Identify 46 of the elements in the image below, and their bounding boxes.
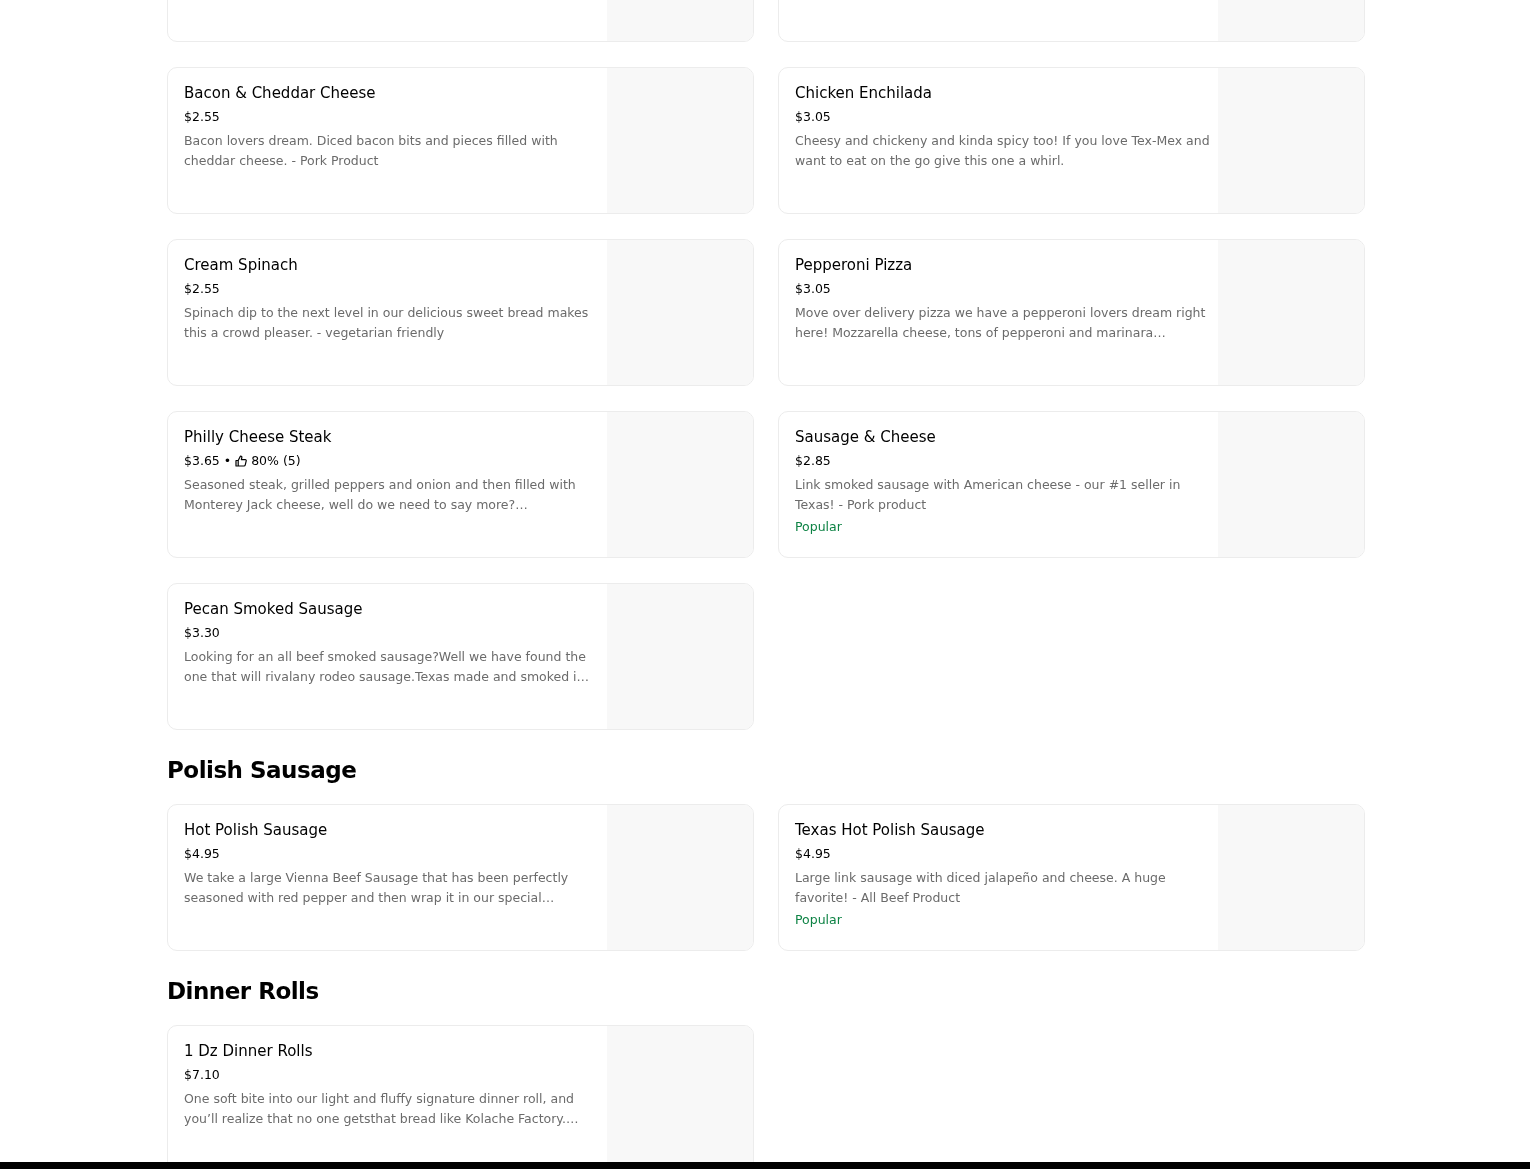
- item-rating: 80% (5): [251, 452, 301, 470]
- item-description: Spinach dip to the next level in our delicious sweet bread makes this a crowd pleaser. - vegetarian friendly: [184, 304, 590, 342]
- item-description: Move over delivery pizza we have a pepperoni lovers dream right here! Mozzarella cheese, tons of pepperoni and marinara…: [795, 304, 1207, 342]
- item-description: Looking for an all beef smoked sausage?Well we have found the one that will rivalany rodeo sausage.Texas made and smoked i…: [184, 648, 591, 686]
- item-name: Philly Cheese Steak: [184, 427, 333, 447]
- item-description: Link smoked sausage with American cheese - our #1 seller in Texas! - Pork product: [795, 476, 1182, 514]
- item-description: We take a large Vienna Beef Sausage that has been perfectly seasoned with red pepper and then wrap it in our special…: [184, 869, 570, 907]
- item-description: One soft bite into our light and fluffy signature dinner roll, and you’ll realize that no one getsthat bread like Kolache Factory.…: [184, 1090, 580, 1128]
- item-name: Pecan Smoked Sausage: [184, 599, 364, 619]
- popular-label: Popular: [795, 518, 843, 536]
- item-price: $3.30: [184, 624, 220, 642]
- item-price: $3.05: [795, 108, 831, 126]
- item-price: $2.85: [795, 452, 831, 470]
- item-name: Texas Hot Polish Sausage: [795, 820, 986, 840]
- item-description: Bacon lovers dream. Diced bacon bits and pieces filled with cheddar cheese. - Pork Product: [184, 132, 559, 170]
- menu-item-card[interactable]: Hot Polish Sausage $4.95 We take a large Vienna Beef Sausage that has been perfectly seasoned with red pepper and then wrap it in our special…: [167, 804, 754, 951]
- item-description: Seasoned steak, grilled peppers and onion and then filled with Monterey Jack cheese, well do we need to say more?…: [184, 476, 577, 514]
- item-name: Hot Polish Sausage: [184, 820, 329, 840]
- item-price: $3.65: [184, 452, 220, 470]
- menu-item-card[interactable]: Pecan Smoked Sausage $3.30 Looking for an all beef smoked sausage?Well we have found the one that will rivalany rodeo sausage.Texas made and smoked i…: [167, 583, 754, 730]
- item-name: 1 Dz Dinner Rolls: [184, 1041, 314, 1061]
- menu-item-card[interactable]: Pepperoni Pizza $3.05 Move over delivery pizza we have a pepperoni lovers dream right here! Mozzarella cheese, tons of pepperoni and marinara…: [778, 239, 1365, 386]
- item-name: Sausage & Cheese: [795, 427, 937, 447]
- menu-item-card[interactable]: Chicken Enchilada $3.05 Cheesy and chickeny and kinda spicy too! If you love Tex-Mex and want to eat on the go give this one a whirl.: [778, 67, 1365, 214]
- separator-dot: •: [223, 452, 232, 470]
- item-description: Cheesy and chickeny and kinda spicy too! If you love Tex-Mex and want to eat on the go give this one a whirl.: [795, 132, 1210, 170]
- item-description: Large link sausage with diced jalapeño and cheese. A huge favorite! - All Beef Product: [795, 869, 1167, 907]
- menu-item-card[interactable]: Texas Hot Polish Sausage $4.95 Large link sausage with diced jalapeño and cheese. A huge favorite! - All Beef Product Popular: [778, 804, 1365, 951]
- item-price: $4.95: [795, 845, 831, 863]
- menu-item-card[interactable]: 1 Dz Dinner Rolls $7.10 One soft bite into our light and fluffy signature dinner roll, and you’ll realize that no one getsthat bread like Kolache Factory.…: [167, 1025, 754, 1162]
- item-price: $3.05: [795, 280, 831, 298]
- menu-item-card[interactable]: Cream Spinach $2.55 Spinach dip to the next level in our delicious sweet bread makes this a crowd pleaser. - vegetarian friendly: [167, 239, 754, 386]
- item-name: Bacon & Cheddar Cheese: [184, 83, 377, 103]
- menu-item-card[interactable]: Sausage & Cheese $2.85 Link smoked sausage with American cheese - our #1 seller in Texas! - Pork product Popular: [778, 411, 1365, 558]
- popular-label: Popular: [795, 911, 843, 929]
- section-heading: Polish Sausage: [167, 756, 358, 785]
- item-price: $7.10: [184, 1066, 220, 1084]
- item-price: $4.95: [184, 845, 220, 863]
- menu-item-card[interactable]: Philly Cheese Steak $3.65 • 80% (5) Seasoned steak, grilled peppers and onion and then filled with Monterey Jack cheese, well do we need to say more?…: [167, 411, 754, 558]
- item-name: Cream Spinach: [184, 255, 299, 275]
- item-price: $2.55: [184, 108, 220, 126]
- item-name: Chicken Enchilada: [795, 83, 934, 103]
- menu-item-card[interactable]: Bacon & Cheddar Cheese $2.55 Bacon lovers dream. Diced bacon bits and pieces filled with cheddar cheese. - Pork Product: [167, 67, 754, 214]
- item-name: Pepperoni Pizza: [795, 255, 914, 275]
- section-heading: Dinner Rolls: [167, 977, 320, 1006]
- item-price: $2.55: [184, 280, 220, 298]
